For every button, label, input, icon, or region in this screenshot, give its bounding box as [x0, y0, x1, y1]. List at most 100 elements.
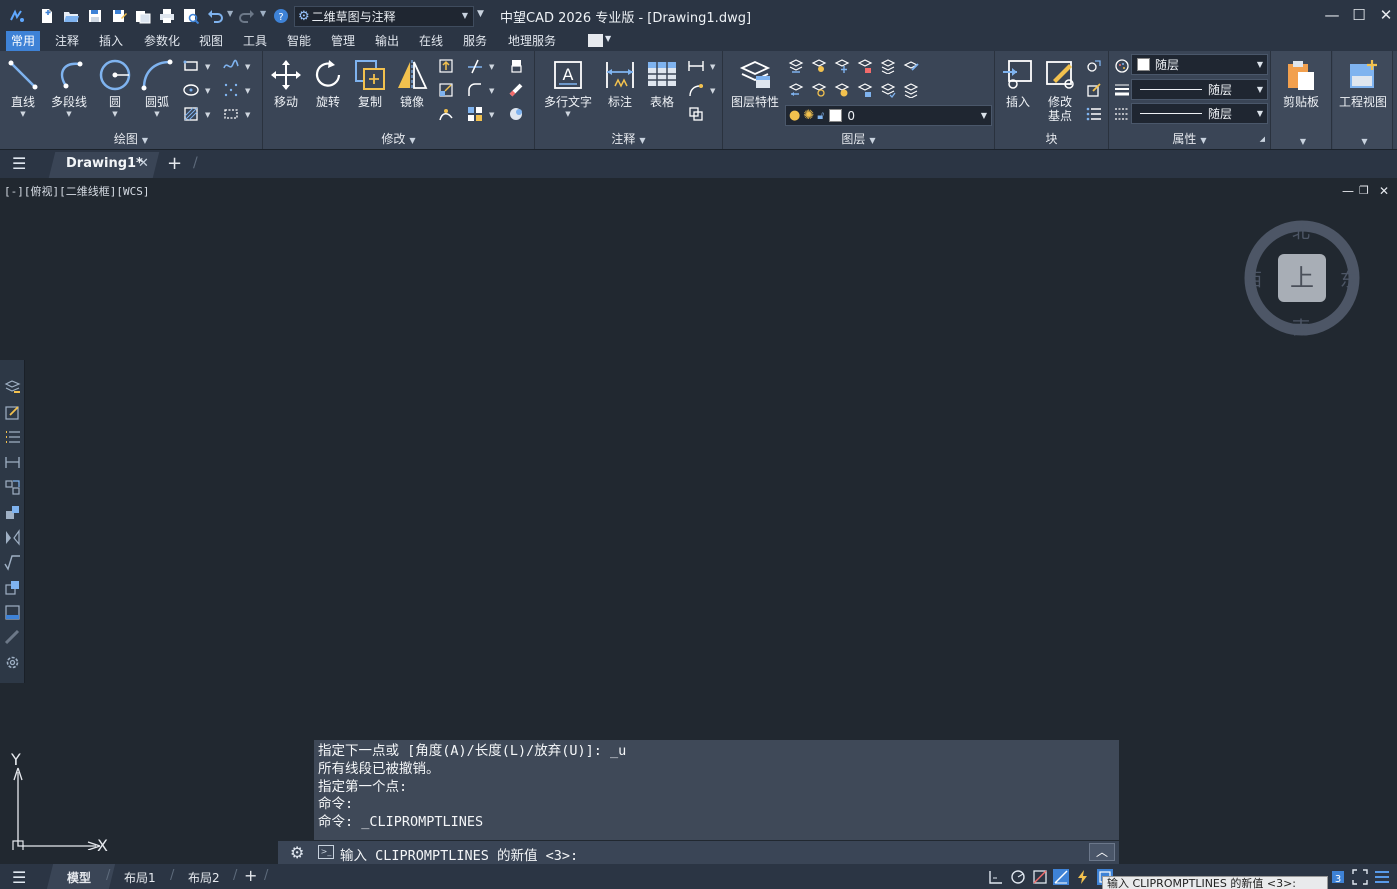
settings-tool-icon[interactable]	[4, 654, 21, 671]
layout-tab-2[interactable]: 布局2	[188, 869, 220, 886]
mirror-button[interactable]: 镜像	[387, 56, 437, 110]
chevron-down-icon[interactable]: ▼	[1271, 133, 1331, 147]
chevron-down-icon[interactable]: ▼	[205, 63, 210, 71]
block-attribute-icon[interactable]	[1085, 105, 1103, 123]
layer-off-icon[interactable]	[810, 57, 828, 75]
chevron-down-icon[interactable]: ▼	[245, 111, 250, 119]
tab-insert[interactable]: 插入	[94, 31, 128, 51]
modify-base-point-button[interactable]: 修改 基点	[1035, 56, 1085, 123]
polyline-button[interactable]: 多段线 ▼	[44, 56, 94, 118]
chevron-down-icon[interactable]: ▼	[489, 87, 494, 95]
mirror-tool-icon[interactable]	[4, 529, 21, 546]
layer-lock-icon[interactable]	[856, 57, 874, 75]
app-logo-icon[interactable]	[8, 7, 26, 25]
edit-block-icon[interactable]	[1085, 81, 1103, 99]
dynamic-input-icon[interactable]	[1075, 869, 1091, 885]
stretch-icon[interactable]	[437, 57, 455, 75]
offset-icon[interactable]	[507, 105, 525, 123]
tab-geo-services[interactable]: 地理服务	[503, 31, 561, 51]
help-icon[interactable]: ?	[272, 7, 290, 25]
panel-draw-title[interactable]: 绘图 ▼	[0, 130, 262, 147]
pdf-tool-icon[interactable]	[4, 604, 21, 621]
spline-icon[interactable]	[222, 57, 240, 75]
chevron-down-icon[interactable]: ▼	[710, 63, 715, 71]
redo-icon[interactable]	[238, 7, 256, 25]
chevron-down-icon[interactable]: ▼	[605, 34, 611, 43]
viewcube-west[interactable]: 西	[1244, 266, 1262, 292]
viewcube-face[interactable]: 上	[1278, 254, 1326, 302]
layer-match-icon[interactable]	[902, 57, 920, 75]
chevron-down-icon[interactable]: ▼	[489, 63, 494, 71]
ortho-icon[interactable]	[988, 869, 1004, 885]
layer-unlock-icon[interactable]	[856, 81, 874, 99]
viewcube[interactable]: 上 北 南 西 东	[1240, 216, 1364, 340]
viewport-close-button[interactable]: ✕	[1379, 184, 1389, 198]
object-tracking-icon[interactable]	[1053, 869, 1069, 885]
close-icon[interactable]: ✕	[138, 156, 149, 171]
group-tool-icon[interactable]	[4, 479, 21, 496]
linear-dim-icon[interactable]	[687, 57, 705, 75]
engineering-view-button[interactable]: 工程视图	[1338, 56, 1388, 110]
viewcube-south[interactable]: 南	[1292, 314, 1310, 340]
match-properties-icon[interactable]	[1113, 57, 1131, 75]
leader-icon[interactable]	[687, 81, 705, 99]
chevron-down-icon[interactable]: ▼	[710, 87, 715, 95]
table-button[interactable]: 表格	[637, 56, 687, 110]
list-tool-icon[interactable]	[4, 429, 21, 446]
block-tool-icon[interactable]	[4, 504, 21, 521]
tab-manage[interactable]: 管理	[326, 31, 360, 51]
erase-icon[interactable]	[507, 57, 525, 75]
print-preview-icon[interactable]	[182, 7, 200, 25]
command-line[interactable]: ⚙ >_ 输入 CLIPROMPTLINES 的新值 <3>: ︿	[278, 841, 1119, 864]
hatch-icon[interactable]	[182, 105, 200, 123]
fullscreen-icon[interactable]	[1352, 869, 1368, 885]
tolerance-icon[interactable]	[687, 105, 705, 123]
layer-merge-icon[interactable]	[902, 81, 920, 99]
panel-modify-title[interactable]: 修改 ▼	[263, 130, 534, 147]
viewport-restore-button[interactable]: ❐	[1359, 184, 1369, 197]
customize-status-icon[interactable]	[1374, 869, 1390, 885]
fillet-icon[interactable]	[466, 81, 484, 99]
gear-icon[interactable]: ⚙	[290, 843, 304, 862]
ribbon-minimize-icon[interactable]	[588, 34, 603, 47]
print-icon[interactable]	[158, 7, 176, 25]
add-layout-button[interactable]: +	[244, 866, 257, 885]
tab-tools[interactable]: 工具	[238, 31, 272, 51]
measure-tool-icon[interactable]	[4, 629, 21, 646]
rect-array-icon[interactable]	[466, 105, 484, 123]
hamburger-menu-icon[interactable]: ☰	[12, 868, 26, 887]
panel-layers-title[interactable]: 图层 ▼	[723, 130, 994, 147]
redo-dropdown-icon[interactable]: ▼	[260, 9, 266, 18]
save-icon[interactable]	[86, 7, 104, 25]
mtext-button[interactable]: A 多行文字 ▼	[543, 56, 593, 118]
batch-print-icon[interactable]	[134, 7, 152, 25]
layer-tool-icon[interactable]	[4, 379, 21, 396]
explode-icon[interactable]	[507, 81, 525, 99]
chevron-up-icon[interactable]: ︿	[1089, 843, 1115, 861]
tab-view[interactable]: 视图	[194, 31, 228, 51]
workspace-selector[interactable]: ⚙ 二维草图与注释 ▼	[294, 6, 474, 27]
undo-icon[interactable]	[206, 7, 224, 25]
undo-dropdown-icon[interactable]: ▼	[227, 9, 233, 18]
line-button[interactable]: 直线 ▼	[0, 56, 48, 118]
array-icon[interactable]	[437, 105, 455, 123]
viewport-minimize-button[interactable]: —	[1342, 184, 1354, 198]
panel-annotation-title[interactable]: 注释 ▼	[535, 130, 722, 147]
layer-thaw-icon[interactable]	[833, 81, 851, 99]
close-window-button[interactable]: ✕	[1374, 3, 1397, 27]
ellipse-icon[interactable]	[182, 81, 200, 99]
layer-on-icon[interactable]	[810, 81, 828, 99]
chevron-down-icon[interactable]: ▼	[245, 63, 250, 71]
color-selector[interactable]: 随层 ▼	[1131, 54, 1268, 75]
arc-button[interactable]: 圆弧 ▼	[132, 56, 182, 118]
viewport-controls[interactable]: [-][俯视][二维线框][WCS]	[4, 183, 149, 199]
trim-icon[interactable]	[466, 57, 484, 75]
create-block-icon[interactable]	[1085, 57, 1103, 75]
open-file-icon[interactable]	[62, 7, 80, 25]
save-as-icon[interactable]	[110, 7, 128, 25]
polar-tracking-icon[interactable]	[1010, 869, 1026, 885]
document-tab-label[interactable]: Drawing1*	[66, 156, 143, 171]
chevron-down-icon[interactable]: ▼	[489, 111, 494, 119]
drawing-canvas[interactable]: [-][俯视][二维线框][WCS] — ❐ ✕ 上 北 南 西 东 Y X 指…	[0, 178, 1397, 864]
tab-parametric[interactable]: 参数化	[139, 31, 185, 51]
